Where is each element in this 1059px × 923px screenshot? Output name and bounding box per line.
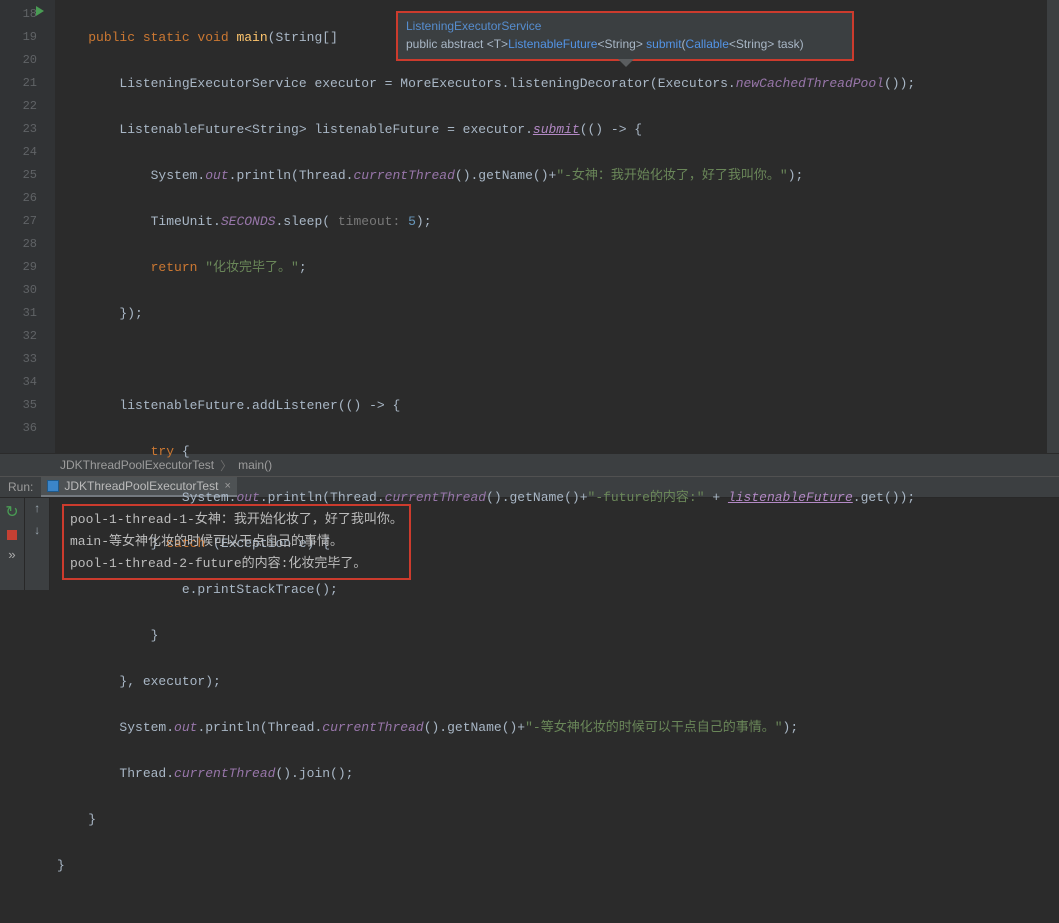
run-toolbar-nav: ↑ ↓ — [25, 498, 50, 590]
run-toolbar-left: ↻ » — [0, 498, 25, 590]
run-label: Run: — [0, 480, 41, 494]
code: "-女神：我开始化妆了，好了我叫你。" — [556, 168, 787, 183]
code: currentThread — [174, 766, 275, 781]
code: .println(Thread. — [197, 720, 322, 735]
tooltip-class: ListeningExecutorService — [406, 17, 844, 35]
line-num: 22 — [0, 95, 37, 118]
code: ); — [788, 168, 804, 183]
console-line: pool-1-thread-1-女神：我开始化妆了，好了我叫你。 — [70, 509, 403, 531]
kw: public static void — [88, 30, 228, 45]
line-num: 23 — [0, 118, 37, 141]
code: SECONDS — [221, 214, 276, 229]
line-num: 24 — [0, 141, 37, 164]
code: return — [151, 260, 206, 275]
code: newCachedThreadPool — [736, 76, 884, 91]
sig-part: <T> — [487, 37, 508, 51]
line-num: 19 — [0, 26, 37, 49]
code: .println(Thread. — [229, 168, 354, 183]
code: listenableFuture.addListener(() -> { — [119, 398, 400, 413]
code: { — [174, 444, 190, 459]
line-num: 21 — [0, 72, 37, 95]
line-num: 25 — [0, 164, 37, 187]
code: } — [88, 812, 96, 827]
sig-part: Callable — [686, 37, 729, 51]
code: out — [205, 168, 228, 183]
code: }, executor); — [119, 674, 220, 689]
tooltip-signature: public abstract <T>ListenableFuture<Stri… — [406, 35, 844, 53]
vertical-scrollbar[interactable] — [1047, 0, 1059, 453]
code: } — [151, 628, 159, 643]
code: "化妆完毕了。" — [205, 260, 299, 275]
sig-part: <String> — [729, 37, 774, 51]
run-panel-body: ↻ » ↑ ↓ pool-1-thread-1-女神：我开始化妆了，好了我叫你。… — [0, 498, 1059, 590]
code: }); — [119, 306, 142, 321]
code: ); — [783, 720, 799, 735]
code: } — [57, 858, 65, 873]
editor-area: 18 19 20 21 22 23 24 25 26 27 28 29 30 3… — [0, 0, 1059, 453]
code: Thread. — [119, 766, 174, 781]
code: ; — [299, 260, 307, 275]
line-num: 27 — [0, 210, 37, 233]
code: (() -> { — [580, 122, 642, 137]
code: ListenableFuture<String> listenableFutur… — [119, 122, 532, 137]
parameter-info-tooltip: ListeningExecutorService public abstract… — [396, 11, 854, 61]
console-highlight-box: pool-1-thread-1-女神：我开始化妆了，好了我叫你。 main-等女… — [62, 504, 411, 580]
sig-part: public abstract — [406, 37, 487, 51]
tooltip-arrow-icon — [618, 59, 634, 67]
code: ); — [416, 214, 432, 229]
method: main — [229, 30, 268, 45]
line-num: 33 — [0, 348, 37, 371]
code: System. — [151, 168, 206, 183]
more-icon[interactable]: » — [8, 548, 16, 563]
code-editor[interactable]: public static void main(String[] Listeni… — [55, 0, 1059, 453]
line-num: 30 — [0, 279, 37, 302]
run-gutter-icon[interactable] — [36, 6, 44, 16]
code: timeout: — [338, 214, 408, 229]
line-num: 28 — [0, 233, 37, 256]
gutter: 18 19 20 21 22 23 24 25 26 27 28 29 30 3… — [0, 0, 55, 453]
code: (String[] — [268, 30, 346, 45]
line-num: 31 — [0, 302, 37, 325]
line-num: 18 — [0, 3, 37, 26]
line-num: 29 — [0, 256, 37, 279]
console-line: main-等女神化妆的时候可以干点自己的事情。 — [70, 531, 403, 553]
code: ().join(); — [275, 766, 353, 781]
code: currentThread — [322, 720, 423, 735]
line-num: 35 — [0, 394, 37, 417]
code: ListeningExecutorService executor = More… — [119, 76, 735, 91]
code: .sleep( — [275, 214, 337, 229]
sig-part: task) — [774, 37, 803, 51]
line-num: 34 — [0, 371, 37, 394]
console-output[interactable]: pool-1-thread-1-女神：我开始化妆了，好了我叫你。 main-等女… — [50, 498, 1059, 590]
arrow-down-icon[interactable]: ↓ — [33, 524, 40, 538]
rerun-icon[interactable]: ↻ — [5, 502, 18, 522]
line-num: 26 — [0, 187, 37, 210]
code: currentThread — [353, 168, 454, 183]
code: submit — [533, 122, 580, 137]
sig-part: <String> — [597, 37, 642, 51]
line-num: 36 — [0, 417, 37, 440]
code: TimeUnit. — [151, 214, 221, 229]
line-num: 32 — [0, 325, 37, 348]
sig-part: submit — [643, 37, 682, 51]
code: System. — [119, 720, 174, 735]
code: "-等女神化妆的时候可以干点自己的事情。" — [525, 720, 782, 735]
arrow-up-icon[interactable]: ↑ — [33, 502, 40, 516]
code: out — [174, 720, 197, 735]
stop-icon[interactable] — [7, 530, 17, 540]
code: ().getName()+ — [455, 168, 556, 183]
code: 5 — [408, 214, 416, 229]
console-line: pool-1-thread-2-future的内容:化妆完毕了。 — [70, 553, 403, 575]
sig-part: ListenableFuture — [508, 37, 597, 51]
code: ()); — [884, 76, 915, 91]
code: ().getName()+ — [424, 720, 525, 735]
code: try — [151, 444, 174, 459]
line-num: 20 — [0, 49, 37, 72]
